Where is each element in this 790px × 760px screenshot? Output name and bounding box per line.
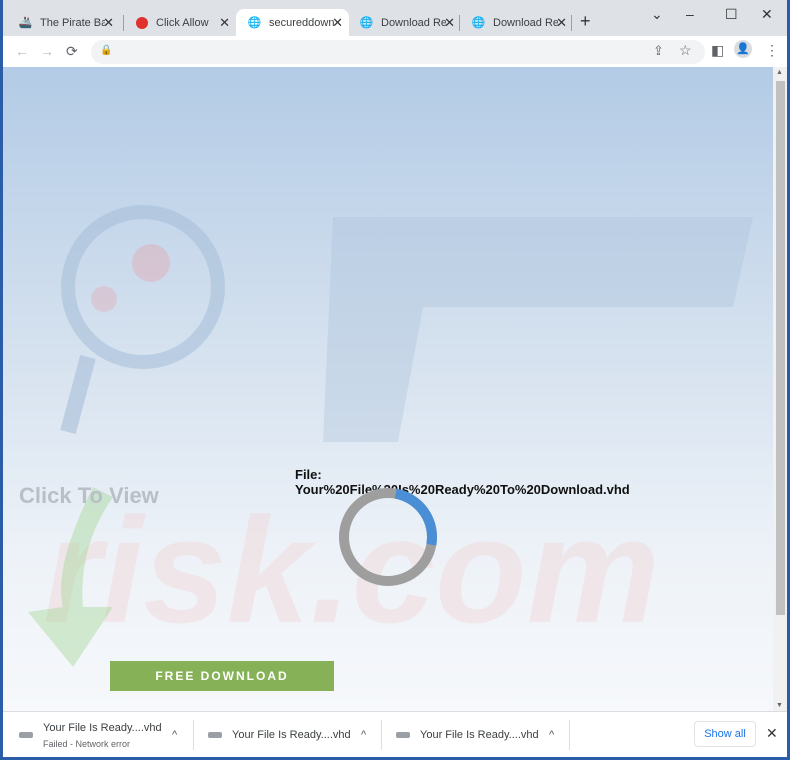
address-bar[interactable]: 🔒 ⇪ ☆ (91, 40, 705, 64)
forward-button[interactable]: → (40, 43, 54, 59)
globe-icon: 🌐 (359, 17, 374, 29)
globe-icon: 🌐 (247, 17, 262, 29)
free-download-button[interactable]: FREE DOWNLOAD (110, 661, 334, 691)
download-bar: Your File Is Ready....vhd Failed - Networ… (3, 711, 787, 757)
file-icon (19, 732, 33, 738)
watermark-logo: risk.com (28, 205, 753, 667)
file-icon (208, 732, 222, 738)
toolbar: ← → ⟳ 🔒 ⇪ ☆ ◧ 👤 ⋮ (3, 36, 787, 67)
tab-strip: 🚢The Pirate Bay✕ Click Allow✕ 🌐secureddo… (3, 0, 787, 36)
back-button[interactable]: ← (15, 43, 29, 59)
download-item[interactable]: Your File Is Ready....vhd ^ (208, 712, 378, 757)
share-icon[interactable]: ⇪ (653, 43, 664, 59)
globe-icon: 🌐 (471, 17, 486, 29)
loading-spinner (339, 488, 437, 586)
chevron-up-icon[interactable]: ^ (361, 729, 366, 741)
download-name: Your File Is Ready....vhd (420, 729, 539, 741)
side-panel-icon[interactable]: ◧ (711, 42, 724, 59)
spinner-arc (339, 488, 437, 586)
close-tab-icon[interactable]: ✕ (332, 15, 343, 31)
download-status: Failed - Network error (43, 738, 131, 749)
profile-avatar[interactable]: 👤 (734, 40, 752, 58)
reload-button[interactable]: ⟳ (66, 43, 78, 60)
tab-download-ready[interactable]: 🌐Download Ready✕ (348, 9, 461, 36)
scrollbar[interactable]: ▲ ▼ (773, 67, 787, 711)
close-tab-icon[interactable]: ✕ (444, 15, 455, 31)
click-to-view-link[interactable]: Click To View (19, 483, 159, 509)
tab-pirate-bay[interactable]: 🚢The Pirate Bay✕ (7, 9, 120, 36)
bookmark-star-icon[interactable]: ☆ (679, 42, 692, 59)
close-window-button[interactable]: ✕ (761, 6, 773, 23)
menu-icon[interactable]: ⋮ (765, 42, 779, 59)
close-download-bar-icon[interactable]: ✕ (766, 725, 778, 742)
download-name: Your File Is Ready....vhd (43, 721, 162, 734)
download-item[interactable]: Your File Is Ready....vhd Failed - Networ… (19, 712, 189, 757)
close-tab-icon[interactable]: ✕ (219, 15, 230, 31)
tab-secureddownload[interactable]: 🌐secureddownload✕ (236, 9, 349, 36)
browser-window: 🚢The Pirate Bay✕ Click Allow✕ 🌐secureddo… (3, 0, 787, 757)
page-content: risk.com Click To View File: Your%20File… (3, 67, 773, 711)
new-tab-button[interactable]: + (580, 11, 591, 32)
lock-icon: 🔒 (100, 45, 113, 56)
chevron-up-icon[interactable]: ^ (172, 729, 177, 741)
red-circle-icon (135, 16, 148, 29)
scrollbar-thumb[interactable] (776, 81, 785, 615)
maximize-button[interactable]: ☐ (725, 6, 738, 23)
tab-search-button[interactable]: ⌄ (651, 6, 663, 23)
minimize-button[interactable]: – (686, 6, 694, 22)
chevron-up-icon[interactable]: ^ (549, 729, 554, 741)
tab-download-ready-2[interactable]: 🌐Download Ready✕ (460, 9, 573, 36)
download-name: Your File Is Ready....vhd (232, 729, 351, 741)
download-item[interactable]: Your File Is Ready....vhd ^ (396, 712, 566, 757)
show-all-button[interactable]: Show all (694, 721, 756, 747)
close-tab-icon[interactable]: ✕ (103, 15, 114, 31)
file-icon (396, 732, 410, 738)
file-label: File: (295, 467, 322, 482)
pirate-ship-icon: 🚢 (18, 17, 33, 29)
close-tab-icon[interactable]: ✕ (556, 15, 567, 31)
tab-click-allow[interactable]: Click Allow ✕ (123, 9, 236, 36)
